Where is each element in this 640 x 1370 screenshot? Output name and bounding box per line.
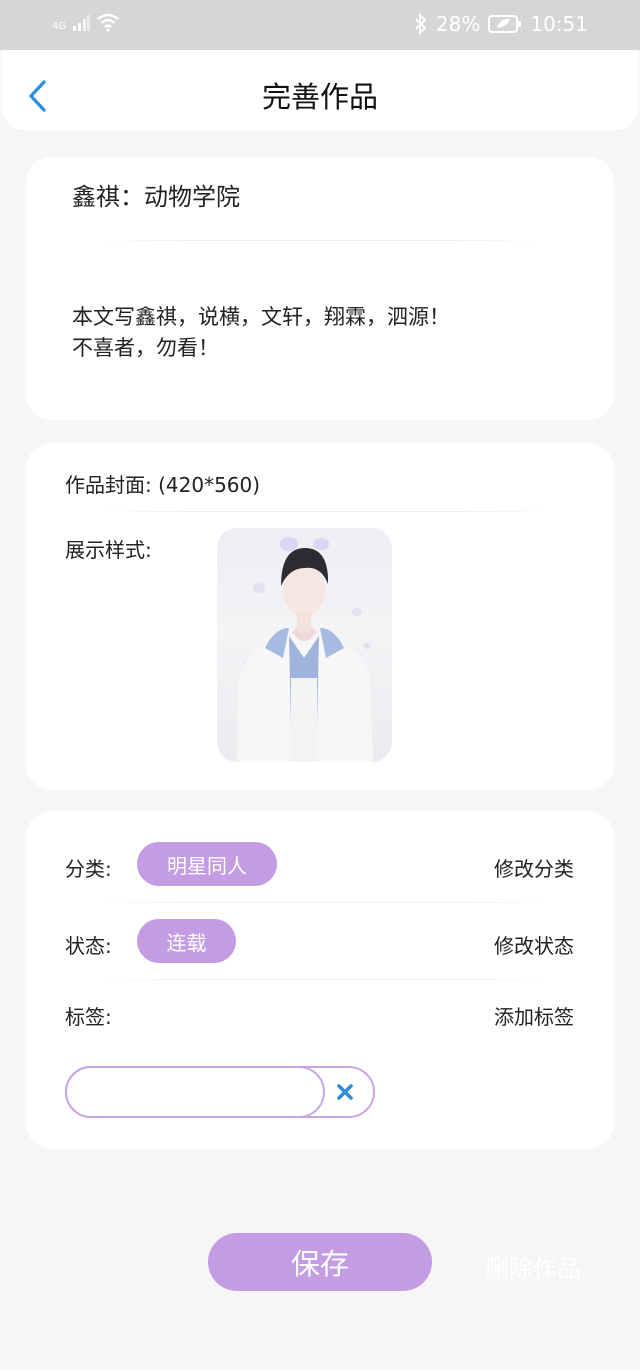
tags-label: 标签:: [65, 1005, 112, 1029]
divider: [100, 240, 540, 241]
divider: [100, 902, 550, 903]
cover-photo-illustration: [237, 537, 373, 762]
app-header: 完善作品: [2, 50, 638, 130]
clear-tag-icon[interactable]: [333, 1080, 357, 1104]
preview-label: 展示样式:: [65, 538, 152, 562]
summary-line: 不喜者，勿看！: [72, 336, 219, 360]
tag-editor: [65, 1066, 375, 1118]
category-label: 分类:: [65, 857, 112, 881]
cover-label: 作品封面: (420*560): [65, 473, 261, 497]
summary-line: 本文写鑫祺，说横，文轩，翔霖，泗源！: [72, 305, 450, 329]
bluetooth-icon: [415, 13, 427, 35]
battery-percent: 28%: [435, 12, 481, 36]
save-button[interactable]: 保存: [208, 1233, 432, 1291]
status-bar: 4G 28% 10:51: [0, 0, 640, 50]
cover-card: 作品封面: (420*560) 展示样式:: [26, 443, 614, 790]
add-tag-button[interactable]: 添加标签: [494, 1001, 574, 1030]
meta-card: 分类: 明星同人 修改分类 状态: 连载 修改状态 标签: 添加标签: [26, 811, 614, 1149]
edit-category-button[interactable]: 修改分类: [494, 853, 574, 882]
divider: [100, 511, 550, 512]
work-title: 鑫祺：动物学院: [72, 183, 240, 211]
signal-icon: [73, 15, 91, 31]
delete-work-button[interactable]: 删除作品: [485, 1249, 581, 1284]
status-left: 4G: [52, 12, 120, 32]
cover-image[interactable]: [217, 528, 392, 762]
divider: [100, 979, 550, 980]
page-title: 完善作品: [261, 80, 378, 114]
status-label: 状态:: [65, 934, 112, 958]
edit-status-button[interactable]: 修改状态: [494, 930, 574, 959]
status-right: 28% 10:51: [414, 12, 588, 36]
status-badge: 连载: [137, 919, 236, 963]
work-summary: 本文写鑫祺，说横，文轩，翔霖，泗源！ 不喜者，勿看！: [72, 302, 450, 364]
battery-icon: [488, 15, 522, 33]
network-label: 4G: [52, 21, 67, 32]
tag-input[interactable]: [65, 1066, 325, 1118]
category-badge: 明星同人: [137, 842, 277, 886]
clock: 10:51: [530, 12, 588, 36]
work-info-card: 鑫祺：动物学院 本文写鑫祺，说横，文轩，翔霖，泗源！ 不喜者，勿看！: [26, 157, 614, 420]
wifi-icon: [97, 13, 119, 32]
